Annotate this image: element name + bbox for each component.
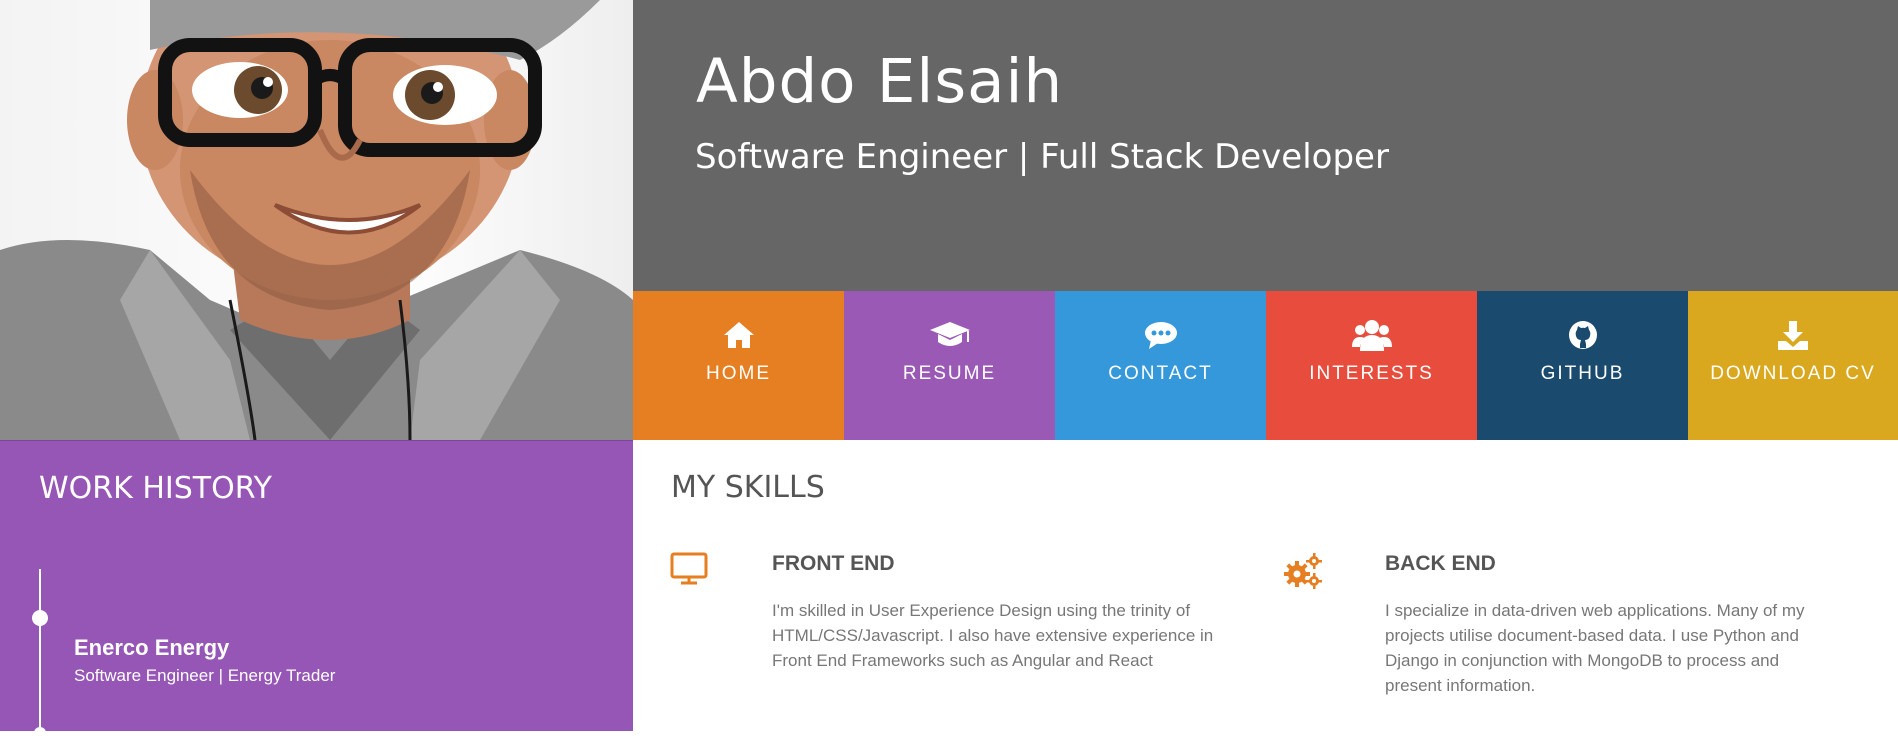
nav-label: CONTACT [1108,363,1213,384]
nav-download-cv[interactable]: DOWNLOAD CV [1688,291,1898,440]
nav-contact[interactable]: CONTACT [1055,291,1266,440]
github-icon [1568,318,1598,352]
nav-interests[interactable]: INTERESTS [1266,291,1477,440]
job-role: Software Engineer | Energy Trader [74,666,336,685]
chat-bubble-icon [1143,318,1179,352]
skill-title: FRONT END [772,552,895,575]
skill-description: I specialize in data-driven web applicat… [1385,601,1805,695]
nav-label: GITHUB [1540,363,1625,384]
profile-name: Abdo Elsaih [696,46,1064,117]
section-title: WORK HISTORY [39,471,272,506]
work-history-section: WORK HISTORY Enerco Energy Software Engi… [0,440,633,739]
nav-label: INTERESTS [1309,363,1434,384]
timeline-dot [32,610,48,626]
users-icon [1351,318,1392,352]
nav-label: DOWNLOAD CV [1710,363,1876,384]
nav-home[interactable]: HOME [633,291,844,440]
download-icon [1776,318,1810,352]
site-header: Abdo Elsaih Software Engineer | Full Sta… [633,0,1898,291]
timeline-line [39,569,41,739]
skill-description: I'm skilled in User Experience Design us… [772,601,1214,670]
profile-avatar [0,0,633,440]
nav-label: HOME [706,363,771,384]
graduation-cap-icon [928,318,972,352]
monitor-icon [670,552,708,591]
nav-github[interactable]: GITHUB [1477,291,1688,440]
timeline-dot [34,727,46,739]
job-company: Enerco Energy [74,635,230,660]
section-title: MY SKILLS [671,470,825,505]
main-nav: HOME RESUME CONTACT INTERESTS GITHUB DOW… [633,291,1898,440]
skill-title: BACK END [1385,552,1496,575]
home-icon [722,318,756,352]
skills-section: MY SKILLS FRONT END I'm skilled in User … [633,440,1898,731]
gears-icon [1283,552,1323,595]
profile-subtitle: Software Engineer | Full Stack Developer [695,137,1389,177]
nav-label: RESUME [902,363,997,384]
nav-resume[interactable]: RESUME [844,291,1055,440]
